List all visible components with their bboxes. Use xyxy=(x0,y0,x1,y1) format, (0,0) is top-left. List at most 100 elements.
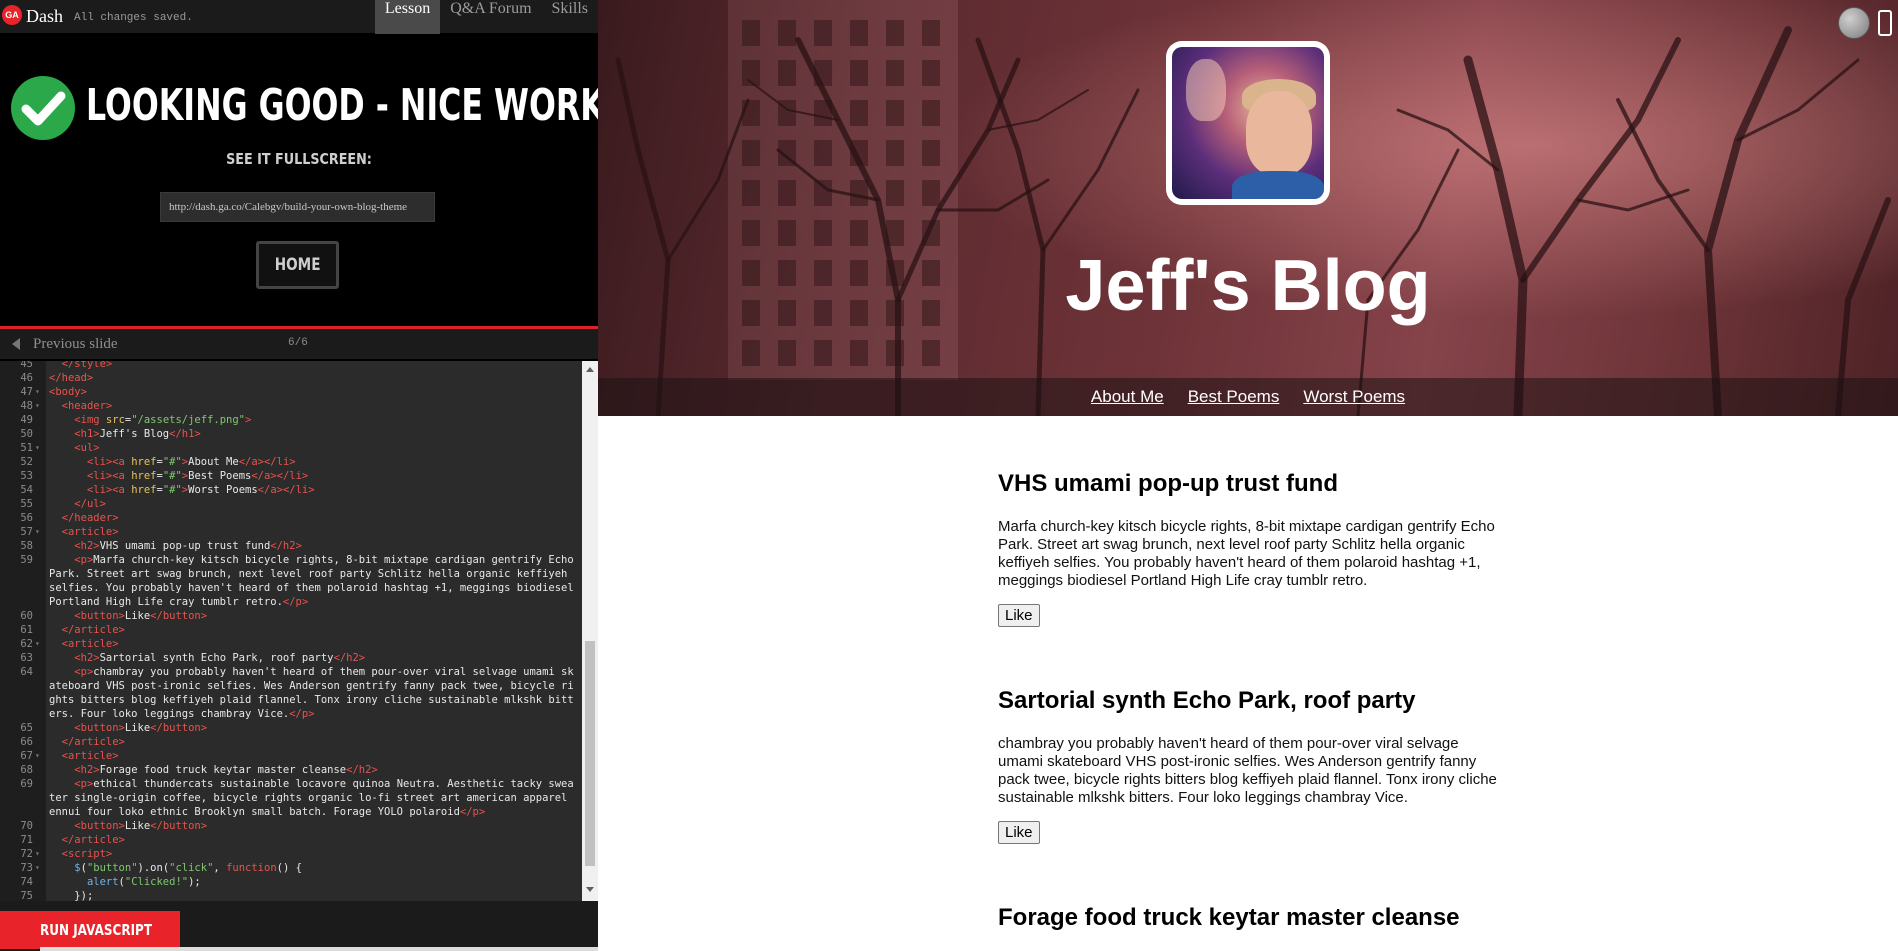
code-text: </article> xyxy=(61,834,125,846)
line-number: 63 xyxy=(20,652,33,664)
code-text: <button>Like</button> xyxy=(74,820,208,832)
fold-arrow-icon[interactable]: ▾ xyxy=(35,637,40,651)
horizontal-scrollbar[interactable] xyxy=(40,947,598,951)
fullscreen-url-field[interactable]: http://dash.ga.co/Calebgv/build-your-own… xyxy=(160,192,435,222)
code-line[interactable]: 50 <h1>Jeff's Blog</h1> xyxy=(0,427,578,441)
code-text: <button>Like</button> xyxy=(74,610,208,622)
line-number: 75 xyxy=(20,890,33,901)
line-number: 46 xyxy=(20,372,33,384)
code-line[interactable]: 53 <li><a href="#">Best Poems</a></li> xyxy=(0,469,578,483)
code-line[interactable]: 51 ▾ <ul> xyxy=(0,441,578,455)
fold-arrow-icon[interactable]: ▾ xyxy=(35,441,40,455)
line-number: 51 xyxy=(20,442,33,454)
article: Sartorial synth Echo Park, roof party ch… xyxy=(998,687,1498,844)
previous-slide-link[interactable]: Previous slide xyxy=(33,336,118,353)
line-number: 69 xyxy=(20,778,33,790)
code-line[interactable]: 69 <p>ethical thundercats sustainable lo… xyxy=(0,777,578,819)
run-javascript-button[interactable]: RUN JAVASCRIPT xyxy=(0,911,180,949)
editor-scrollbar[interactable] xyxy=(582,361,598,901)
code-line[interactable]: 65 <button>Like</button> xyxy=(0,721,578,735)
code-line[interactable]: 47 ▾ <body> xyxy=(0,385,578,399)
code-line[interactable]: 67 ▾ <article> xyxy=(0,749,578,763)
code-line[interactable]: 49 <img src="/assets/jeff.png"> xyxy=(0,413,578,427)
nav-link-worst-poems[interactable]: Worst Poems xyxy=(1303,378,1405,416)
nav-link-about-me[interactable]: About Me xyxy=(1091,378,1164,416)
code-line[interactable]: 55 </ul> xyxy=(0,497,578,511)
brand-name[interactable]: Dash xyxy=(26,6,63,27)
code-text: </style> xyxy=(61,361,113,370)
code-line[interactable]: 64 <p>chambray you probably haven't hear… xyxy=(0,665,578,721)
code-text: }); xyxy=(49,890,94,901)
blog-title: Jeff's Blog xyxy=(1065,246,1431,326)
fold-arrow-icon[interactable]: ▾ xyxy=(35,861,40,875)
scroll-up-icon[interactable] xyxy=(586,367,594,372)
line-number: 67 xyxy=(20,750,33,762)
scroll-down-icon[interactable] xyxy=(586,887,594,892)
line-number: 56 xyxy=(20,512,33,524)
code-line[interactable]: 74 alert("Clicked!"); xyxy=(0,875,578,889)
tab-qa-forum[interactable]: Q&A Forum xyxy=(440,0,541,34)
code-line[interactable]: 46 </head> xyxy=(0,371,578,385)
code-line[interactable]: 45 </style> xyxy=(0,361,578,371)
theme-toggle-icon[interactable] xyxy=(1838,7,1870,39)
code-line[interactable]: 71 </article> xyxy=(0,833,578,847)
fold-arrow-icon[interactable]: ▾ xyxy=(35,749,40,763)
code-line[interactable]: 63 <h2>Sartorial synth Echo Park, roof p… xyxy=(0,651,578,665)
code-text: </article> xyxy=(61,736,125,748)
fold-arrow-icon[interactable]: ▾ xyxy=(35,385,40,399)
line-number: 49 xyxy=(20,414,33,426)
code-line[interactable]: 54 <li><a href="#">Worst Poems</a></li> xyxy=(0,483,578,497)
ga-logo-icon[interactable]: GA xyxy=(2,5,22,25)
code-line[interactable]: 56 </header> xyxy=(0,511,578,525)
arrow-left-icon[interactable] xyxy=(12,338,20,350)
nav-link-best-poems[interactable]: Best Poems xyxy=(1188,378,1280,416)
mobile-view-icon[interactable] xyxy=(1878,10,1892,36)
line-number: 70 xyxy=(20,820,33,832)
code-line[interactable]: 72 ▾ <script> xyxy=(0,847,578,861)
code-text: <ul> xyxy=(74,442,100,454)
line-number: 54 xyxy=(20,484,33,496)
fold-arrow-icon[interactable]: ▾ xyxy=(35,525,40,539)
code-text: <article> xyxy=(61,750,119,762)
code-text: <header> xyxy=(61,400,113,412)
code-lines: 45 </style> 46 </head> 47 ▾ <body> 48 ▾ <header… xyxy=(0,361,578,901)
like-button[interactable]: Like xyxy=(998,604,1040,627)
code-text: </article> xyxy=(61,624,125,636)
code-editor[interactable]: 45 </style> 46 </head> 47 ▾ <body> 48 ▾ <header… xyxy=(0,361,598,901)
line-number: 62 xyxy=(20,638,33,650)
code-line[interactable]: 62 ▾ <article> xyxy=(0,637,578,651)
code-line[interactable]: 75 }); xyxy=(0,889,578,901)
line-number: 47 xyxy=(20,386,33,398)
fold-arrow-icon[interactable]: ▾ xyxy=(35,847,40,861)
code-line[interactable]: 58 <h2>VHS umami pop-up trust fund</h2> xyxy=(0,539,578,553)
like-button[interactable]: Like xyxy=(998,821,1040,844)
code-text: <script> xyxy=(61,848,113,860)
tab-skills[interactable]: Skills xyxy=(542,0,598,34)
code-line[interactable]: 61 </article> xyxy=(0,623,578,637)
code-line[interactable]: 70 <button>Like</button> xyxy=(0,819,578,833)
code-text: <h2>Sartorial synth Echo Park, roof part… xyxy=(74,652,366,664)
code-line[interactable]: 60 <button>Like</button> xyxy=(0,609,578,623)
code-text: <article> xyxy=(61,638,119,650)
line-number: 68 xyxy=(20,764,33,776)
tab-lesson[interactable]: Lesson xyxy=(374,0,441,34)
success-title: LOOKING GOOD - NICE WORK! xyxy=(86,80,620,131)
code-text: <h2>Forage food truck keytar master clea… xyxy=(74,764,378,776)
code-line[interactable]: 66 </article> xyxy=(0,735,578,749)
code-text: <li><a href="#">Worst Poems</a></li> xyxy=(86,484,315,496)
code-line[interactable]: 73 ▾ $("button").on("click", function() { xyxy=(0,861,578,875)
code-text: <body> xyxy=(49,386,87,398)
code-line[interactable]: 57 ▾ <article> xyxy=(0,525,578,539)
code-line[interactable]: 52 <li><a href="#">About Me</a></li> xyxy=(0,455,578,469)
bottom-bar: RUN JAVASCRIPT xyxy=(0,901,598,951)
article-title: Sartorial synth Echo Park, roof party xyxy=(998,687,1416,714)
fold-arrow-icon[interactable]: ▾ xyxy=(35,399,40,413)
code-line[interactable]: 48 ▾ <header> xyxy=(0,399,578,413)
avatar xyxy=(1166,41,1330,205)
code-line[interactable]: 59 <p>Marfa church-key kitsch bicycle ri… xyxy=(0,553,578,609)
home-button[interactable]: HOME xyxy=(256,241,339,289)
code-line[interactable]: 68 <h2>Forage food truck keytar master c… xyxy=(0,763,578,777)
line-number: 61 xyxy=(20,624,33,636)
top-bar: GA Dash All changes saved. Lesson Q&A Fo… xyxy=(0,0,598,34)
scroll-thumb[interactable] xyxy=(585,641,595,866)
